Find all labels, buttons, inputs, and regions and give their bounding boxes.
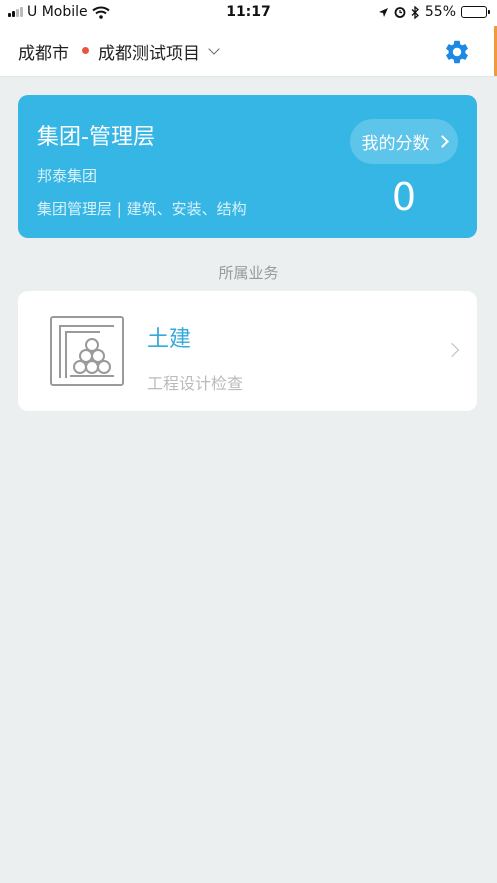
- chevron-down-icon: [208, 43, 220, 55]
- business-subtitle: 工程设计检查: [147, 374, 244, 393]
- my-score-label: 我的分数: [361, 134, 430, 154]
- separator-dot: [82, 47, 89, 54]
- company-name: 邦泰集团: [37, 167, 98, 185]
- project-selector[interactable]: 成都测试项目: [98, 39, 220, 64]
- project-name: 成都测试项目: [98, 44, 200, 64]
- chevron-right-icon: [444, 342, 460, 358]
- bluetooth-icon: [411, 5, 419, 19]
- status-bar: U Mobile 11:17 55%: [0, 0, 497, 26]
- city-selector[interactable]: 成都市: [18, 39, 69, 64]
- chevron-right-icon: [435, 135, 449, 148]
- section-heading: 所属业务: [218, 264, 279, 282]
- role-title: 集团-管理层: [37, 125, 155, 150]
- my-score-button[interactable]: 我的分数: [350, 119, 458, 164]
- role-scope: 集团管理层 | 建筑、安装、结构: [37, 200, 247, 218]
- profile-card: 集团-管理层 邦泰集团 集团管理层 | 建筑、安装、结构 我的分数 0: [18, 95, 477, 238]
- business-item[interactable]: 土建 工程设计检查: [18, 291, 477, 411]
- status-right: 55%: [378, 4, 490, 20]
- nav-bar: 成都市 成都测试项目: [0, 26, 497, 77]
- business-title: 土建: [147, 327, 192, 352]
- alarm-icon: [394, 7, 406, 18]
- score-value: 0: [391, 175, 417, 219]
- battery-percent: 55%: [424, 4, 456, 20]
- location-icon: [378, 7, 388, 17]
- gear-icon[interactable]: [442, 38, 472, 66]
- pipe-stack-icon: [50, 316, 124, 386]
- battery-icon: [461, 6, 490, 18]
